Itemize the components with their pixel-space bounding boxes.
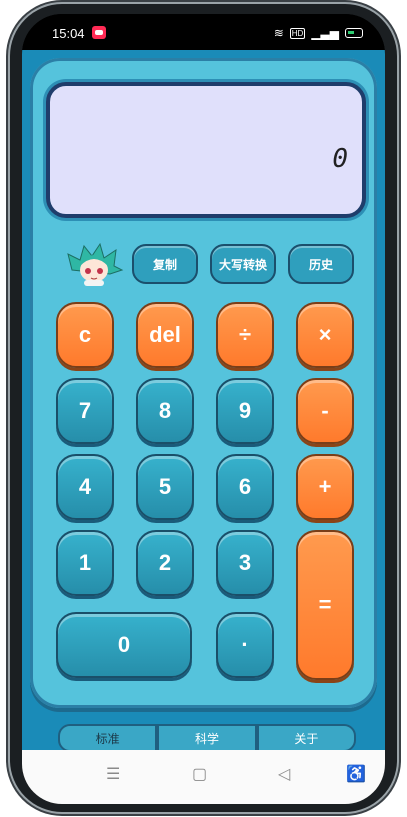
decimal-point-key[interactable]: · [216, 612, 274, 678]
tab-scientific[interactable]: 科学 [157, 724, 257, 752]
multiply-key[interactable]: × [296, 302, 354, 368]
tab-about[interactable]: 关于 [256, 724, 356, 752]
anime-mascot-avatar [67, 242, 124, 286]
accessibility-icon[interactable]: ♿ [346, 764, 366, 784]
signal-icon: ▁▃▅ [311, 26, 339, 40]
app-notification-icon [92, 26, 106, 39]
copy-button[interactable]: 复制 [132, 244, 198, 284]
key-5[interactable]: 5 [136, 454, 194, 520]
key-2[interactable]: 2 [136, 530, 194, 596]
mode-tab-bar: 标准 科学 关于 [58, 724, 356, 752]
key-1[interactable]: 1 [56, 530, 114, 596]
key-0[interactable]: 0 [56, 612, 192, 678]
key-3[interactable]: 3 [216, 530, 274, 596]
calculator-body: 0 复制 大写转换 历史 c del ÷ × 7 8 9 - 4 5 6 + 1… [30, 58, 377, 708]
key-7[interactable]: 7 [56, 378, 114, 444]
wifi-icon: ≋ [273, 26, 284, 40]
hd-icon: HD [289, 27, 306, 39]
battery-icon [345, 28, 363, 38]
display-value: 0 [332, 144, 348, 174]
delete-key[interactable]: del [136, 302, 194, 368]
divide-key[interactable]: ÷ [216, 302, 274, 368]
tab-standard[interactable]: 标准 [58, 724, 158, 752]
status-time: 15:04 [52, 26, 85, 41]
clear-key[interactable]: c [56, 302, 114, 368]
equals-key[interactable]: = [296, 530, 354, 680]
history-button[interactable]: 历史 [288, 244, 354, 284]
calculator-display: 0 [46, 82, 366, 218]
minus-key[interactable]: - [296, 378, 354, 444]
status-icons: ≋ HD ▁▃▅ [274, 26, 363, 40]
key-6[interactable]: 6 [216, 454, 274, 520]
uppercase-convert-button[interactable]: 大写转换 [210, 244, 276, 284]
key-8[interactable]: 8 [136, 378, 194, 444]
key-9[interactable]: 9 [216, 378, 274, 444]
menu-icon[interactable]: ☰ [106, 764, 120, 784]
system-nav-bar: ☰ ▢ ◁ ♿ [22, 750, 385, 804]
plus-key[interactable]: + [296, 454, 354, 520]
back-icon[interactable]: ◁ [278, 764, 290, 784]
calculator-app: 0 复制 大写转换 历史 c del ÷ × 7 8 9 - 4 5 6 + 1… [22, 50, 385, 752]
phone-screen: 15:04 ≋ HD ▁▃▅ 0 复制 大写转换 历史 c del ÷ × 7 … [22, 14, 385, 804]
key-4[interactable]: 4 [56, 454, 114, 520]
status-bar: 15:04 ≋ HD ▁▃▅ [22, 14, 385, 50]
home-icon[interactable]: ▢ [192, 764, 207, 784]
